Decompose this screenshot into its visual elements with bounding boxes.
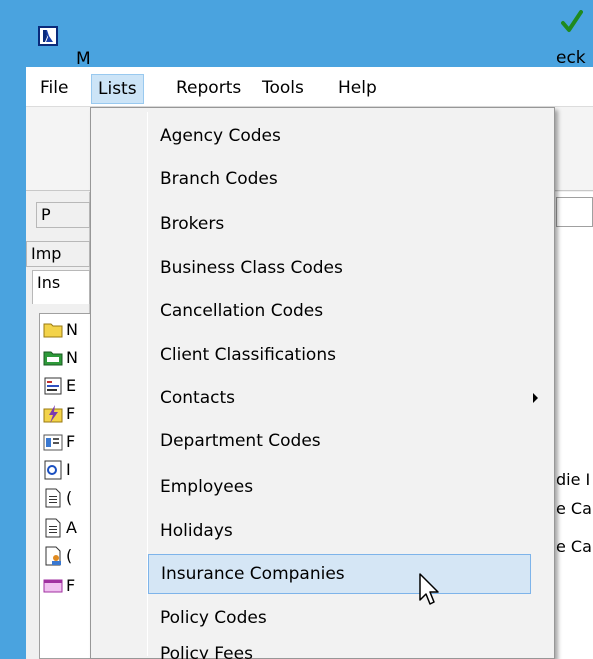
tree-item-label[interactable]: E: [66, 376, 88, 396]
lists-dropdown-menu: Agency Codes Branch Codes Brokers Busine…: [90, 107, 555, 659]
calendar-icon: [43, 579, 63, 593]
right-panel-text: e Ca: [556, 537, 592, 556]
tree-item-label[interactable]: (: [66, 488, 88, 508]
menu-item-holidays[interactable]: Holidays: [147, 511, 550, 551]
iq-document-icon: [44, 460, 62, 480]
menu-item-department-codes[interactable]: Department Codes: [147, 421, 550, 461]
document-icon: [45, 518, 61, 538]
menu-item-branch-codes[interactable]: Branch Codes: [147, 159, 550, 199]
tree-item-label[interactable]: F: [66, 404, 88, 424]
menu-item-policy-fees[interactable]: Policy Fees: [147, 640, 550, 659]
menu-item-label: Insurance Companies: [161, 564, 345, 584]
tree-item-label[interactable]: A: [66, 518, 88, 538]
menu-item-client-classifications[interactable]: Client Classifications: [147, 335, 550, 375]
menu-item-label: Branch Codes: [160, 169, 278, 189]
menu-item-agency-codes[interactable]: Agency Codes: [147, 116, 550, 156]
menu-item-brokers[interactable]: Brokers: [147, 204, 550, 244]
menu-item-cancellation-codes[interactable]: Cancellation Codes: [147, 291, 550, 331]
app-logo-icon[interactable]: [38, 26, 58, 46]
document-icon: [45, 488, 61, 508]
menu-item-business-class-codes[interactable]: Business Class Codes: [147, 248, 550, 288]
menu-item-label: Policy Codes: [160, 608, 267, 628]
tree-item-label[interactable]: N: [66, 320, 88, 340]
menu-item-label: Cancellation Codes: [160, 301, 324, 321]
menu-item-label: Holidays: [160, 521, 233, 541]
tree-item-label[interactable]: F: [66, 576, 88, 596]
menu-item-label: Policy Fees: [160, 644, 253, 659]
menu-item-insurance-companies[interactable]: Insurance Companies: [148, 554, 531, 594]
menu-file[interactable]: File: [34, 74, 74, 104]
menu-lists[interactable]: Lists: [91, 74, 144, 104]
tab-p[interactable]: P: [36, 202, 90, 228]
menu-item-label: Contacts: [160, 388, 235, 408]
report-icon: [43, 434, 63, 451]
menu-tools[interactable]: Tools: [256, 74, 310, 104]
menu-item-label: Client Classifications: [160, 345, 336, 365]
right-panel-text: e Ca: [556, 499, 592, 518]
menu-item-employees[interactable]: Employees: [147, 467, 550, 507]
tree-item-label[interactable]: I: [66, 460, 88, 480]
form-icon: [44, 377, 62, 395]
submenu-arrow-icon: [533, 393, 538, 403]
tree-item-label[interactable]: N: [66, 348, 88, 368]
menu-item-label: Agency Codes: [160, 126, 281, 146]
toolbar-button-partial-label[interactable]: M: [76, 49, 116, 73]
tree-item-label[interactable]: F: [66, 432, 88, 452]
menu-bar: File Lists Reports Tools Help: [26, 67, 593, 107]
check-icon[interactable]: [561, 10, 583, 39]
folder-icon: [43, 323, 63, 338]
lightning-folder-icon: [43, 405, 63, 423]
mouse-cursor-icon: [419, 573, 439, 605]
tab-imp[interactable]: Imp: [26, 241, 90, 267]
folder-green-icon: [43, 351, 63, 366]
right-panel-text: die I: [556, 470, 591, 489]
menu-item-contacts[interactable]: Contacts: [147, 378, 550, 418]
menu-item-label: Business Class Codes: [160, 258, 343, 278]
check-button-partial-label[interactable]: eck: [556, 48, 593, 74]
menu-item-label: Brokers: [160, 214, 225, 234]
tree-item-label[interactable]: (: [66, 546, 88, 566]
menu-item-label: Employees: [160, 477, 254, 497]
search-input-partial[interactable]: [556, 197, 593, 227]
tree-panel: N N E F F I ( A ( F: [39, 313, 91, 659]
window-frame-left: [0, 67, 26, 659]
user-document-icon: [45, 546, 61, 566]
menu-help[interactable]: Help: [332, 74, 383, 104]
tab-ins[interactable]: Ins: [32, 270, 90, 304]
menu-item-label: Department Codes: [160, 431, 321, 451]
menu-reports[interactable]: Reports: [170, 74, 247, 104]
menu-item-policy-codes[interactable]: Policy Codes: [147, 598, 550, 638]
